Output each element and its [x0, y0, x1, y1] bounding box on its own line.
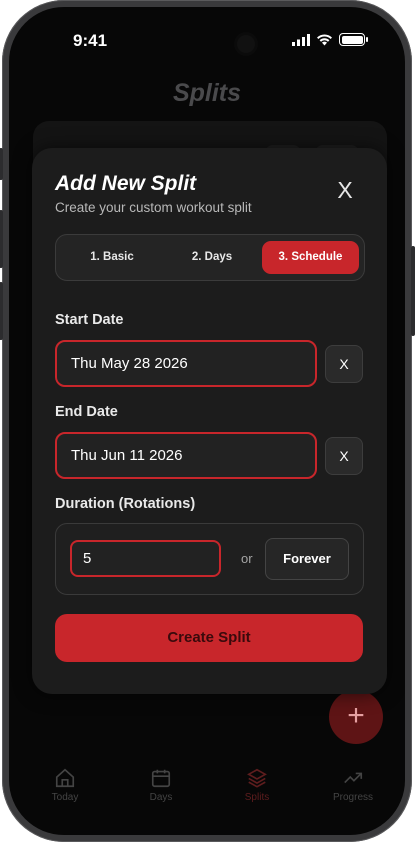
start-date-field[interactable]: Thu May 28 2026 — [55, 340, 317, 387]
tab-today[interactable]: Today — [25, 767, 105, 803]
clear-start-date-button[interactable]: X — [325, 345, 363, 383]
tab-label: Days — [149, 792, 173, 803]
tab-label: Today — [51, 792, 79, 803]
rotations-input[interactable]: 5 — [70, 540, 221, 577]
modal-subtitle: Create your custom workout split — [55, 200, 252, 215]
trending-up-icon — [344, 772, 363, 784]
or-text: or — [241, 551, 253, 566]
tab-schedule[interactable]: 3. Schedule — [262, 241, 359, 274]
close-button[interactable]: X — [333, 178, 357, 202]
status-time: 9:41 — [73, 31, 108, 50]
action-button — [0, 148, 3, 180]
volume-down-button — [0, 282, 3, 340]
tab-days-nav[interactable]: Days — [121, 767, 201, 803]
wifi-icon — [317, 33, 332, 45]
signal-icon — [292, 33, 310, 46]
page-title: Splits — [172, 79, 242, 107]
volume-up-button — [0, 210, 3, 268]
forever-button[interactable]: Forever — [265, 538, 349, 580]
add-split-modal: Add New Split Create your custom workout… — [32, 148, 387, 694]
create-split-button[interactable]: Create Split — [55, 614, 363, 662]
status-icons — [292, 33, 368, 46]
tab-label: Progress — [332, 792, 373, 803]
tab-label: Splits — [244, 792, 270, 803]
add-fab-button[interactable]: + — [329, 690, 383, 744]
modal-title: Add New Split — [55, 172, 197, 195]
tab-progress[interactable]: Progress — [313, 767, 393, 803]
tab-bar: Today Days Splits Progress — [9, 767, 405, 827]
screen: 9:41 Splits + Add New Split Create your … — [9, 7, 405, 835]
tab-basic[interactable]: 1. Basic — [62, 241, 162, 274]
step-tabs: 1. Basic 2. Days 3. Schedule — [55, 234, 365, 281]
duration-label: Duration (Rotations) — [55, 496, 196, 512]
camera-icon — [237, 35, 255, 53]
end-date-label: End Date — [55, 404, 118, 420]
phone-frame: 9:41 Splits + Add New Split Create your … — [0, 0, 415, 842]
home-icon — [55, 768, 75, 788]
battery-icon — [339, 33, 368, 46]
clear-end-date-button[interactable]: X — [325, 437, 363, 475]
start-date-label: Start Date — [55, 312, 124, 328]
tab-splits[interactable]: Splits — [217, 767, 297, 803]
calendar-icon — [151, 769, 171, 788]
tab-days[interactable]: 2. Days — [162, 241, 262, 274]
power-button — [411, 246, 415, 336]
duration-box: 5 or Forever — [55, 523, 364, 595]
end-date-field[interactable]: Thu Jun 11 2026 — [55, 432, 317, 479]
layers-icon — [247, 768, 267, 788]
